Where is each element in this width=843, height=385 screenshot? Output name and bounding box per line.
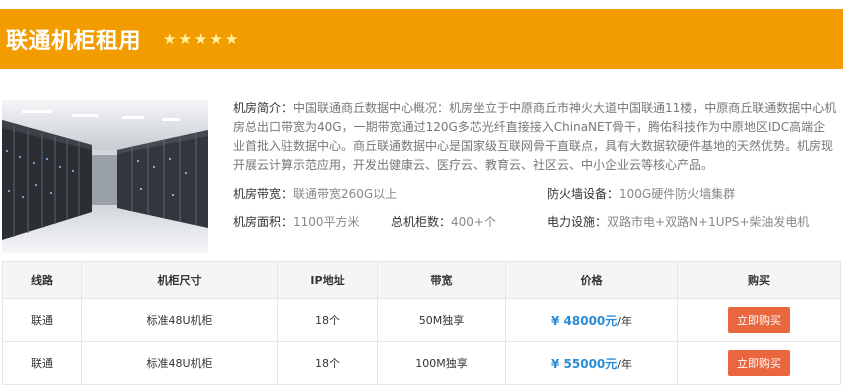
rating-stars: ★ ★ ★ ★ ★ <box>163 29 240 48</box>
column-header-ip: IP地址 <box>277 261 378 299</box>
star-icon: ★ <box>178 29 192 48</box>
power-value: 双路市电+双路N+1UPS+柴油发电机 <box>607 215 810 229</box>
column-header-line: 线路 <box>2 261 82 299</box>
cabinets-value: 400+个 <box>451 215 496 229</box>
star-icon: ★ <box>209 29 223 48</box>
cell-ip: 18个 <box>277 341 378 385</box>
datacenter-info: 机房简介：中国联通商丘数据中心概况：机房坐立于中原商丘市神火大道中国联通11楼，… <box>233 99 837 175</box>
firewall-row: 防火墙设备：100G硬件防火墙集群 <box>547 185 735 202</box>
cell-buy: 立即购买 <box>677 341 841 385</box>
area-value: 1100平方米 <box>293 215 360 229</box>
bandwidth-row: 机房带宽：联通带宽260G以上 <box>233 185 397 202</box>
pricing-table: 线路 机柜尺寸 IP地址 带宽 价格 购买 联通 标准48U机柜 18个 50M… <box>2 261 841 385</box>
cell-bandwidth: 50M独享 <box>377 298 506 342</box>
price-value: ¥ 48000元 <box>551 313 618 328</box>
table-row: 联通 标准48U机柜 18个 100M独享 ¥ 55000元/年 立即购买 <box>2 341 841 385</box>
bandwidth-value: 联通带宽260G以上 <box>293 187 398 201</box>
column-header-price: 价格 <box>505 261 678 299</box>
cabinets-label: 总机柜数： <box>391 215 452 229</box>
price-unit: /年 <box>617 357 632 371</box>
cell-price: ¥ 55000元/年 <box>505 341 678 385</box>
cell-size: 标准48U机柜 <box>81 298 278 342</box>
cell-size: 标准48U机柜 <box>81 341 278 385</box>
star-icon: ★ <box>193 29 208 48</box>
server-room-image <box>2 100 208 253</box>
table-header-row: 线路 机柜尺寸 IP地址 带宽 价格 购买 <box>2 261 841 299</box>
bandwidth-label: 机房带宽： <box>233 187 294 201</box>
area-label: 机房面积： <box>233 215 294 229</box>
table-row: 联通 标准48U机柜 18个 50M独享 ¥ 48000元/年 立即购买 <box>2 298 841 342</box>
area-row: 机房面积：1100平方米 <box>233 213 360 230</box>
cabinets-row: 总机柜数：400+个 <box>391 213 496 230</box>
cell-bandwidth: 100M独享 <box>377 341 506 385</box>
star-icon: ★ <box>224 29 239 48</box>
buy-now-button[interactable]: 立即购买 <box>728 307 790 333</box>
server-room-illustration <box>2 100 208 253</box>
cell-line: 联通 <box>2 298 82 342</box>
star-icon: ★ <box>163 29 177 48</box>
intro-paragraph: 机房简介：中国联通商丘数据中心概况：机房坐立于中原商丘市神火大道中国联通11楼，… <box>233 99 837 175</box>
cell-price: ¥ 48000元/年 <box>505 298 678 342</box>
price-value: ¥ 55000元 <box>551 356 618 371</box>
column-header-size: 机柜尺寸 <box>81 261 278 299</box>
page-title: 联通机柜租用 <box>6 29 142 54</box>
firewall-label: 防火墙设备： <box>547 187 620 201</box>
column-header-bandwidth: 带宽 <box>377 261 506 299</box>
cell-buy: 立即购买 <box>677 298 841 342</box>
price-unit: /年 <box>617 314 632 328</box>
cell-line: 联通 <box>2 341 82 385</box>
intro-text: 中国联通商丘数据中心概况：机房坐立于中原商丘市神火大道中国联通11楼，中原商丘联… <box>233 101 837 172</box>
intro-label: 机房简介： <box>233 101 294 115</box>
firewall-value: 100G硬件防火墙集群 <box>619 187 736 201</box>
power-label: 电力设施： <box>547 215 608 229</box>
page-header: 联通机柜租用 ★ ★ ★ ★ ★ <box>0 9 843 69</box>
column-header-buy: 购买 <box>677 261 841 299</box>
cell-ip: 18个 <box>277 298 378 342</box>
buy-now-button[interactable]: 立即购买 <box>728 350 790 376</box>
power-row: 电力设施：双路市电+双路N+1UPS+柴油发电机 <box>547 213 809 230</box>
